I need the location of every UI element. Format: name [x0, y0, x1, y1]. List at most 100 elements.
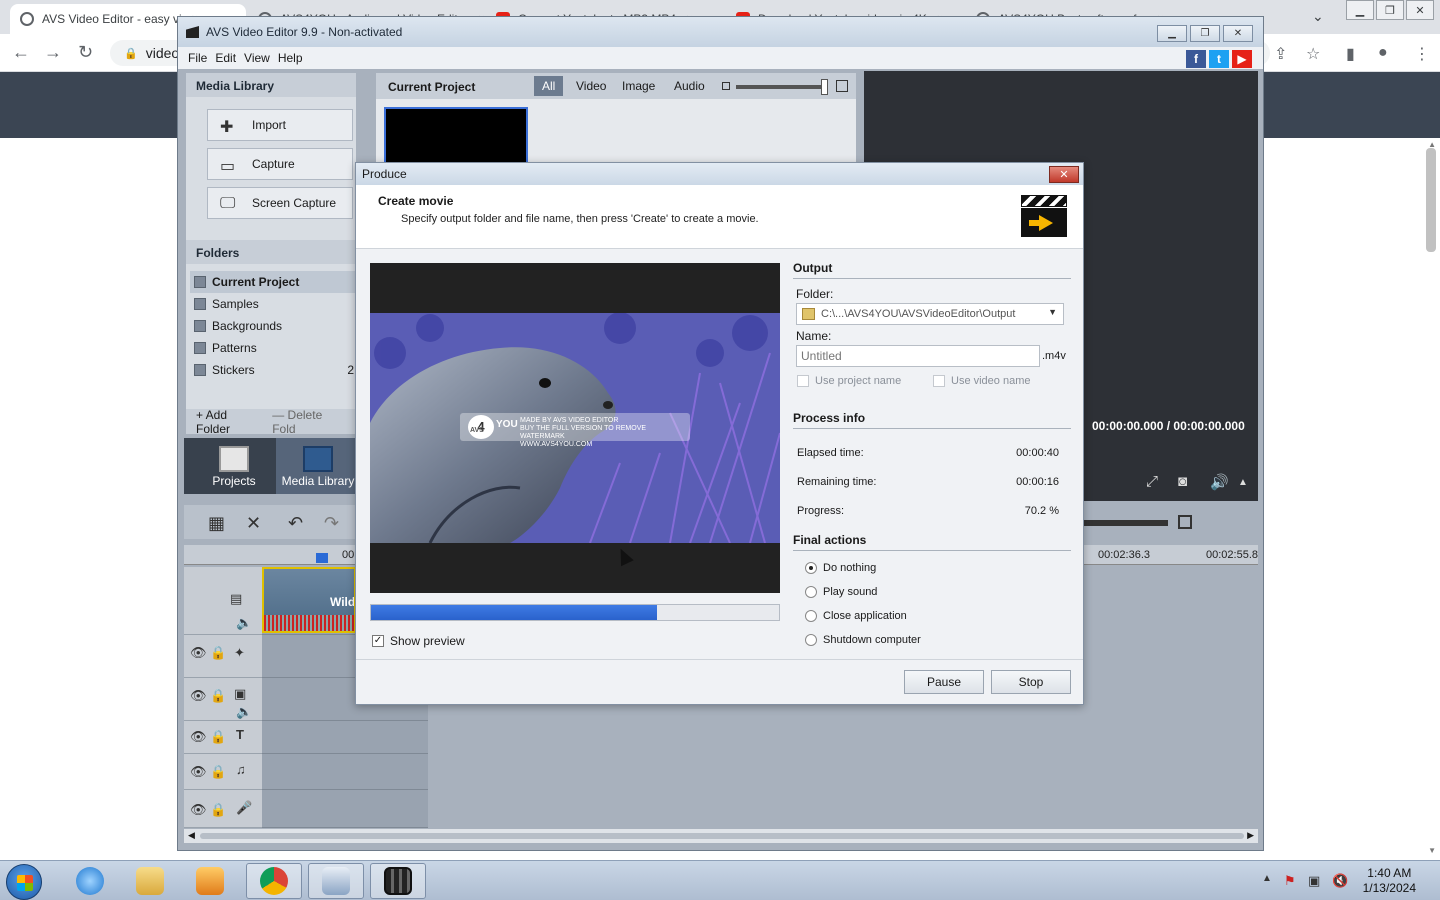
filter-image[interactable]: Image [614, 76, 663, 96]
taskbar-file-explorer[interactable] [122, 863, 178, 899]
tray-expand-icon[interactable]: ▲ [1262, 873, 1272, 884]
filter-video[interactable]: Video [568, 76, 614, 96]
checkbox-box[interactable]: ✓ [372, 635, 384, 647]
tab-projects[interactable]: Projects [192, 438, 276, 494]
lock-icon[interactable]: 🔒 [210, 764, 226, 780]
folder-current-project[interactable]: Current Project [190, 271, 356, 293]
filter-all[interactable]: All [534, 76, 564, 96]
volume-icon[interactable]: 🔊 [1210, 473, 1229, 491]
dialog-close-button[interactable]: ✕ [1049, 166, 1079, 183]
action-center-icon[interactable]: ⚑ [1284, 873, 1296, 889]
menu-help[interactable]: Help [278, 51, 303, 65]
pause-button[interactable]: Pause [904, 670, 984, 694]
volume-muted-icon[interactable]: 🔇 [1332, 873, 1348, 889]
app-maximize-button[interactable]: ❐ [1190, 25, 1220, 42]
voice-track[interactable] [262, 790, 428, 828]
use-video-name-checkbox[interactable]: Use video name [933, 375, 1031, 387]
delete-folder-button[interactable]: — Delete Fold [272, 408, 342, 436]
page-scroll-down-icon[interactable]: ▼ [1428, 846, 1436, 855]
taskbar-app-window[interactable] [308, 863, 364, 899]
timeline-playhead[interactable] [316, 553, 328, 563]
star-icon[interactable]: ☆ [1306, 44, 1320, 64]
lock-icon[interactable]: 🔒 [210, 688, 226, 704]
scroll-left-icon[interactable]: ◀ [188, 830, 195, 841]
back-arrow-icon[interactable]: ← [12, 42, 30, 63]
text-track[interactable] [262, 721, 428, 754]
music-track[interactable] [262, 754, 428, 790]
radio-play-sound[interactable]: Play sound [805, 586, 877, 598]
folder-stickers[interactable]: Stickers 2 [190, 359, 356, 381]
network-icon[interactable]: ▣ [1308, 873, 1320, 889]
profile-icon[interactable]: ● [1378, 44, 1388, 62]
checkbox-box[interactable] [797, 375, 809, 387]
radio-close-application[interactable]: Close application [805, 610, 907, 622]
app-minimize-button[interactable]: ▁ [1157, 25, 1187, 42]
page-scrollbar-thumb[interactable] [1426, 148, 1436, 252]
chevron-down-icon[interactable]: ▼ [1048, 307, 1057, 317]
fit-to-window-icon[interactable] [1178, 515, 1192, 529]
lock-icon[interactable]: 🔒 [210, 645, 226, 661]
use-project-name-checkbox[interactable]: Use project name [797, 375, 901, 387]
start-button[interactable] [6, 864, 42, 900]
menu-file[interactable]: File [188, 51, 207, 65]
fullscreen-icon[interactable]: ⤢ [1146, 473, 1158, 490]
lock-icon[interactable]: 🔒 [210, 802, 226, 818]
filter-audio[interactable]: Audio [666, 76, 713, 96]
thumbnail-zoom-thumb[interactable] [821, 79, 828, 95]
menu-edit[interactable]: Edit [215, 51, 236, 65]
radio-button[interactable] [805, 610, 817, 622]
twitter-icon[interactable]: t [1209, 50, 1229, 68]
output-folder-select[interactable]: C:\...\AVS4YOU\AVSVideoEditor\Output ▼ [796, 303, 1064, 325]
folder-samples[interactable]: Samples [190, 293, 356, 315]
video-clip[interactable]: Wild [262, 567, 356, 633]
taskbar-chrome[interactable] [246, 863, 302, 899]
lock-icon[interactable]: 🔒 [210, 729, 226, 745]
close-icon[interactable]: ✕ [1406, 0, 1434, 20]
sidebar-icon[interactable]: ▮ [1346, 44, 1355, 64]
tab-search-chevron-icon[interactable]: ⌄ [1312, 8, 1324, 25]
thumbnail-zoom-slider[interactable] [736, 85, 828, 89]
mute-icon[interactable]: 🔈 [236, 615, 252, 631]
radio-shutdown-computer[interactable]: Shutdown computer [805, 634, 921, 646]
taskbar-avs-video-editor[interactable] [370, 863, 426, 899]
radio-button[interactable] [805, 634, 817, 646]
radio-button[interactable] [805, 586, 817, 598]
volume-menu-arrow-icon[interactable]: ▲ [1238, 477, 1248, 488]
youtube-icon[interactable]: ▶ [1232, 50, 1252, 68]
import-button[interactable]: ✚ Import [207, 109, 353, 141]
eye-icon[interactable]: 👁 [190, 729, 207, 745]
delete-icon[interactable]: ✕ [246, 513, 261, 534]
show-preview-checkbox[interactable]: ✓ Show preview [372, 634, 465, 648]
add-folder-button[interactable]: + Add Folder [196, 408, 258, 436]
output-name-input[interactable] [796, 345, 1040, 367]
radio-do-nothing[interactable]: Do nothing [805, 562, 876, 574]
timeline-scroll-thumb[interactable] [200, 833, 1244, 839]
folder-patterns[interactable]: Patterns [190, 337, 356, 359]
app-close-button[interactable]: ✕ [1223, 25, 1253, 42]
system-clock[interactable]: 1:40 AM 1/13/2024 [1363, 866, 1416, 896]
taskbar-media-player[interactable] [182, 863, 238, 899]
reload-icon[interactable]: ↻ [78, 42, 93, 63]
mute-icon[interactable]: 🔈 [236, 704, 252, 720]
eye-icon[interactable]: 👁 [190, 688, 207, 704]
capture-button[interactable]: ▭ Capture [207, 148, 353, 180]
restore-icon[interactable]: ❐ [1376, 0, 1404, 20]
minimize-icon[interactable]: ▁ [1346, 0, 1374, 20]
tab-media-library[interactable]: Media Library [276, 438, 360, 494]
folder-backgrounds[interactable]: Backgrounds [190, 315, 356, 337]
radio-button[interactable] [805, 562, 817, 574]
eye-icon[interactable]: 👁 [190, 802, 207, 818]
snapshot-camera-icon[interactable]: ◙ [1178, 473, 1187, 490]
project-media-thumbnail[interactable] [384, 107, 528, 167]
undo-icon[interactable]: ↶ [288, 513, 303, 534]
forward-arrow-icon[interactable]: → [44, 42, 62, 63]
kebab-menu-icon[interactable]: ⋮ [1414, 44, 1430, 64]
menu-view[interactable]: View [244, 51, 270, 65]
storyboard-icon[interactable]: ▦ [208, 513, 225, 534]
scroll-right-icon[interactable]: ▶ [1247, 830, 1254, 841]
taskbar-internet-explorer[interactable] [62, 863, 118, 899]
eye-icon[interactable]: 👁 [190, 764, 207, 780]
redo-icon[interactable]: ↷ [324, 513, 339, 534]
checkbox-box[interactable] [933, 375, 945, 387]
share-icon[interactable]: ⇪ [1274, 44, 1287, 64]
